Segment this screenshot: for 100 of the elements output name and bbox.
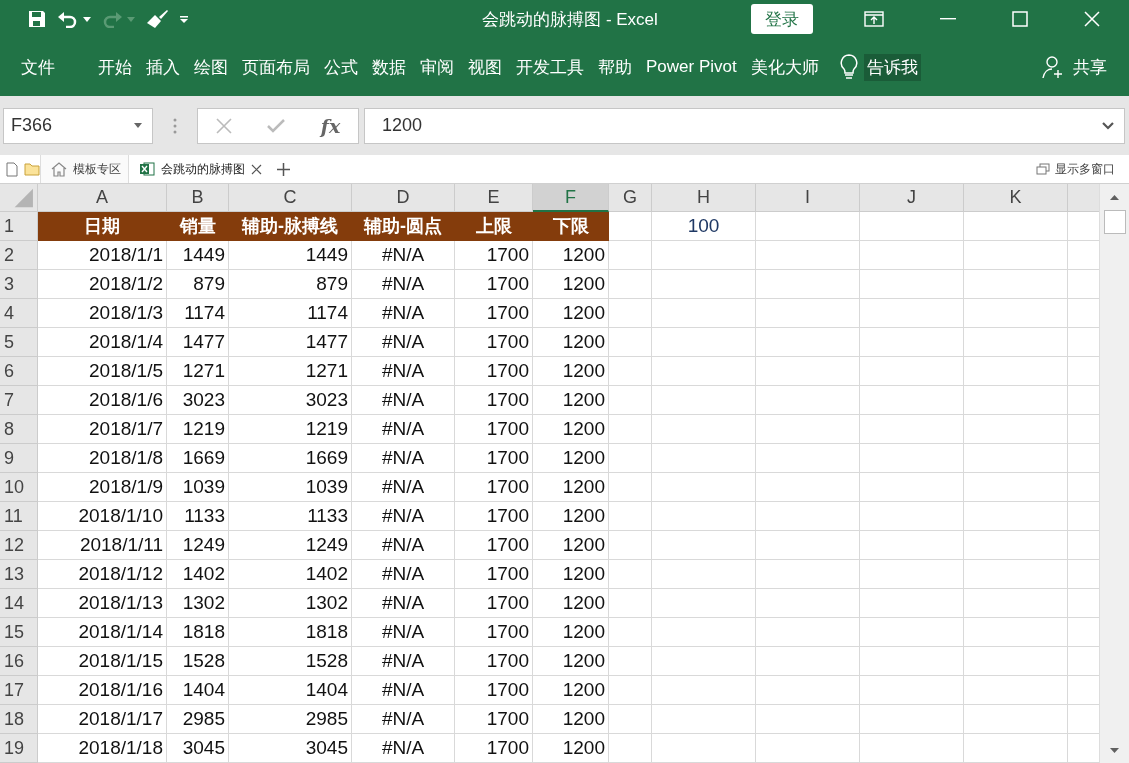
column-header[interactable]: E (455, 184, 533, 212)
table-cell: 1700 (455, 676, 533, 705)
column-header[interactable]: F (533, 184, 609, 212)
column-header[interactable]: A (38, 184, 167, 212)
customize-icon[interactable] (179, 14, 189, 24)
table-cell: 2018/1/2 (38, 270, 167, 299)
row-header[interactable]: 12 (0, 531, 38, 560)
insert-function-button[interactable]: fx (320, 114, 341, 137)
minimize-icon[interactable] (940, 18, 956, 20)
brush-icon[interactable] (145, 9, 169, 29)
empty-cell (609, 589, 652, 618)
column-header[interactable]: D (352, 184, 455, 212)
file-tab[interactable]: 文件 (0, 51, 91, 83)
ribbon-tab[interactable]: 数据 (365, 51, 413, 83)
share-button[interactable]: 共享 (1073, 55, 1107, 79)
ribbon-tab[interactable]: Power Pivot (639, 53, 744, 81)
table-cell: 2018/1/16 (38, 676, 167, 705)
table-cell: 1669 (167, 444, 229, 473)
table-cell: 1039 (229, 473, 352, 502)
column-header[interactable]: I (756, 184, 860, 212)
person-add-icon[interactable] (1041, 55, 1065, 79)
empty-cell (609, 618, 652, 647)
table-cell: #N/A (352, 328, 455, 357)
row-header[interactable]: 18 (0, 705, 38, 734)
login-button[interactable]: 登录 (751, 4, 813, 34)
row-header[interactable]: 15 (0, 618, 38, 647)
column-header[interactable]: C (229, 184, 352, 212)
row-header[interactable]: 6 (0, 357, 38, 386)
row-header[interactable]: 10 (0, 473, 38, 502)
row-header[interactable]: 11 (0, 502, 38, 531)
expand-icon[interactable] (1102, 121, 1114, 130)
table-cell: 1818 (229, 618, 352, 647)
ribbon-tab[interactable]: 插入 (139, 51, 187, 83)
column-header[interactable]: J (860, 184, 964, 212)
table-cell: 1200 (533, 299, 609, 328)
new-file-icon[interactable] (6, 161, 18, 177)
ribbon-tab[interactable]: 视图 (461, 51, 509, 83)
ribbon-tab[interactable]: 审阅 (413, 51, 461, 83)
table-cell: 2018/1/9 (38, 473, 167, 502)
document-tab[interactable]: 模板专区 (40, 155, 128, 183)
ribbon-tab[interactable]: 开发工具 (509, 51, 591, 83)
row-header[interactable]: 9 (0, 444, 38, 473)
row-header[interactable]: 8 (0, 415, 38, 444)
row-header[interactable]: 4 (0, 299, 38, 328)
tab-label: 会跳动的脉搏图 (161, 160, 245, 178)
tell-me-field[interactable]: 告诉我 (863, 53, 921, 81)
formula-field[interactable]: 1200 (364, 107, 1125, 144)
table-cell: 1200 (533, 386, 609, 415)
row-header[interactable]: 17 (0, 676, 38, 705)
ribbon-display-icon[interactable] (864, 11, 884, 27)
row-header[interactable]: 3 (0, 270, 38, 299)
column-header[interactable]: H (652, 184, 756, 212)
close-icon[interactable] (251, 163, 262, 175)
drag-handle-icon[interactable] (173, 116, 177, 135)
lightbulb-icon[interactable] (839, 54, 858, 80)
table-cell: 1449 (229, 241, 352, 270)
maximize-icon[interactable] (1012, 11, 1028, 27)
table-cell: 2018/1/6 (38, 386, 167, 415)
column-header[interactable]: G (609, 184, 652, 212)
table-cell: #N/A (352, 415, 455, 444)
row-header[interactable]: 1 (0, 212, 38, 241)
name-box[interactable]: F366 (3, 107, 153, 144)
table-cell: 2018/1/4 (38, 328, 167, 357)
caret-icon[interactable] (83, 16, 91, 22)
ribbon-tab[interactable]: 开始 (91, 51, 139, 83)
table-cell: 1200 (533, 560, 609, 589)
table-cell: 2018/1/8 (38, 444, 167, 473)
ribbon-tab[interactable]: 帮助 (591, 51, 639, 83)
ribbon-tab[interactable]: 美化大师 (743, 51, 826, 83)
table-cell: 2985 (229, 705, 352, 734)
scrollbar-thumb[interactable] (1103, 210, 1126, 234)
table-cell: 1200 (533, 415, 609, 444)
table-header-cell: 日期 (38, 212, 167, 241)
ribbon-tab[interactable]: 公式 (317, 51, 365, 83)
caret-icon[interactable] (134, 123, 142, 128)
table-cell: 1700 (455, 589, 533, 618)
table-cell: 1449 (167, 241, 229, 270)
windows-icon[interactable] (1036, 163, 1050, 175)
row-header[interactable]: 5 (0, 328, 38, 357)
row-header[interactable]: 2 (0, 241, 38, 270)
column-header[interactable]: B (167, 184, 229, 212)
row-header[interactable]: 13 (0, 560, 38, 589)
home-icon (51, 161, 67, 177)
table-cell: #N/A (352, 676, 455, 705)
table-cell: 1528 (167, 647, 229, 676)
empty-cell (609, 502, 652, 531)
row-header[interactable]: 16 (0, 647, 38, 676)
undo-icon[interactable] (57, 10, 79, 28)
row-header[interactable]: 19 (0, 734, 38, 763)
ribbon-tab[interactable]: 绘图 (187, 51, 235, 83)
check-icon[interactable] (267, 118, 286, 133)
add-tab-icon[interactable] (277, 162, 290, 176)
table-cell: 1700 (455, 415, 533, 444)
table-cell: #N/A (352, 531, 455, 560)
ribbon-tab[interactable]: 页面布局 (235, 51, 317, 83)
column-header[interactable]: K (964, 184, 1068, 212)
save-icon[interactable] (27, 9, 47, 29)
row-header[interactable]: 7 (0, 386, 38, 415)
row-header[interactable]: 14 (0, 589, 38, 618)
multi-window-button[interactable]: 显示多窗口 (1055, 160, 1115, 178)
